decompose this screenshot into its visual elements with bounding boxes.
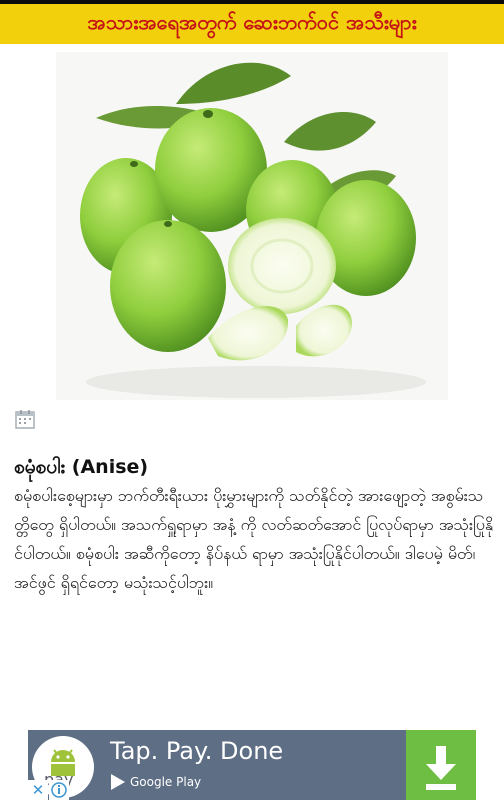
hero-image — [56, 52, 448, 400]
info-icon[interactable] — [49, 780, 69, 800]
page-title: အသားအရေအတွက် ဆေးဘက်ဝင် အသီးများ — [87, 10, 417, 34]
ad-headline[interactable]: Tap. Pay. Done — [110, 737, 283, 765]
ad-store-label: Google Play — [130, 775, 202, 789]
ad-banner[interactable]: pay Tap. Pay. Done Google Play — [28, 730, 476, 800]
article-body: စမုံစပါးစေ့များမှာ ဘက်တီးရီးယား ပိုးမွှာ… — [14, 486, 494, 592]
ad-close-button[interactable]: ✕ — [28, 780, 48, 800]
ad-store-badge[interactable]: Google Play — [110, 773, 201, 791]
article: စမုံစပါး (Anise) စမုံစပါးစေ့များမှာ ဘက်တ… — [14, 454, 494, 597]
calendar-icon — [15, 410, 35, 429]
article-title: စမုံစပါး (Anise) — [14, 456, 149, 478]
app-screen: အသားအရေအတွက် ဆေးဘက်ဝင် အသီးများ စမုံစပါး… — [0, 0, 504, 800]
guava-fruit-image — [56, 52, 448, 400]
google-play-icon — [111, 774, 125, 790]
title-bar: အသားအရေအတွက် ဆေးဘက်ဝင် အသီးများ — [0, 4, 504, 44]
download-arrow-icon — [426, 746, 456, 790]
download-button[interactable] — [406, 730, 476, 800]
